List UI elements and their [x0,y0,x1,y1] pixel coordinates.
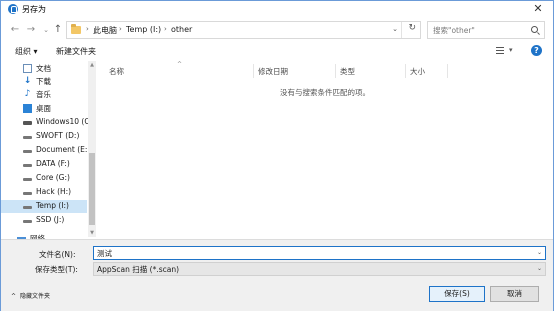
sidebar-item-label: 桌面 [36,104,51,113]
file-list[interactable]: ^ 名称 修改日期 类型 大小 没有与搜索条件匹配的项。 [97,61,553,239]
breadcrumb-separator[interactable]: › [119,25,122,33]
view-dropdown-icon[interactable]: ▾ [509,46,513,54]
command-toolbar: 组织 ▾ 新建文件夹 ▾ ? [1,42,553,60]
sidebar-item-drive-h[interactable]: Hack (H:) [1,186,87,199]
folder-icon [71,24,81,34]
navigation-bar: ← → ⌄ ↑ › 此电脑 › Temp (I:) › other ⌄ ↻ 搜索… [1,19,553,41]
filename-label: 文件名(N): [39,250,76,259]
sidebar-item-music[interactable]: ♪ 音乐 [1,88,87,101]
column-divider[interactable] [447,64,448,78]
breadcrumb-temp-drive[interactable]: Temp (I:) [126,25,161,34]
window-title: 另存为 [22,5,46,14]
empty-results-message: 没有与搜索条件匹配的项。 [280,88,370,97]
organize-button[interactable]: 组织 ▾ [15,46,38,57]
breadcrumb-separator[interactable]: › [164,25,167,33]
address-bar[interactable]: › 此电脑 › Temp (I:) › other ⌄ ↻ [66,21,421,39]
save-options-panel: 文件名(N): 测试 ⌄ 保存类型(T): AppScan 扫描 (*.scan… [1,239,553,311]
sidebar-item-label: Document (E:) [36,145,91,154]
chevron-down-icon[interactable]: ⌄ [537,249,542,256]
sidebar-item-label: Temp (I:) [36,201,69,210]
sidebar-item-downloads[interactable]: ↓ 下载 [1,75,87,88]
sidebar-item-drive-f[interactable]: DATA (F:) [1,158,87,171]
drive-icon [23,136,32,139]
drive-icon [23,164,32,167]
chevron-up-icon: ^ [11,293,17,300]
sidebar-item-drive-j[interactable]: SSD (J:) [1,214,87,227]
sort-ascending-icon: ^ [177,61,183,68]
sidebar-item-drive-e[interactable]: Document (E:) [1,144,91,157]
filetype-select[interactable]: AppScan 扫描 (*.scan) ⌄ [93,262,546,276]
sidebar-item-label: 下载 [36,77,51,86]
sidebar-item-documents[interactable]: 文档 [1,62,87,75]
hide-folders-toggle[interactable]: ^ 隐藏文件夹 [11,291,54,300]
filename-field[interactable]: 测试 ⌄ [93,246,546,260]
column-header-type[interactable]: 类型 [340,66,355,77]
back-button[interactable]: ← [9,23,21,37]
forward-button[interactable]: → [25,23,37,37]
save-as-dialog: 另存为 ✕ ← → ⌄ ↑ › 此电脑 › Temp (I:) › other … [0,0,554,311]
sidebar-item-drive-i[interactable]: Temp (I:) [1,200,87,213]
filetype-value[interactable]: AppScan 扫描 (*.scan) [97,264,179,275]
cancel-button[interactable]: 取消 [490,286,539,302]
recent-locations-button[interactable]: ⌄ [40,23,52,37]
column-header-date-modified[interactable]: 修改日期 [258,66,288,77]
new-folder-button[interactable]: 新建文件夹 [56,46,96,57]
drive-icon [23,206,32,209]
sidebar-scrollbar[interactable]: ▲ ▼ [88,61,96,237]
download-icon: ↓ [23,76,32,86]
address-divider [401,22,402,38]
sidebar-item-label: 音乐 [36,90,51,99]
navigation-pane: 文档 ↓ 下载 ♪ 音乐 桌面 Windows10 (C: SWOFT (D:)… [1,61,96,241]
filename-input[interactable]: 测试 [97,248,112,259]
app-icon [8,4,18,14]
search-box[interactable]: 搜索"other" [427,21,545,39]
close-button[interactable]: ✕ [531,2,545,16]
search-input[interactable]: 搜索"other" [433,25,475,36]
chevron-down-icon[interactable]: ⌄ [537,265,542,272]
sidebar-item-label: SWOFT (D:) [36,131,80,140]
drive-icon [23,150,32,153]
sidebar-item-label: 文档 [36,64,51,73]
up-button[interactable]: ↑ [52,23,64,37]
hide-folders-label: 隐藏文件夹 [20,293,51,300]
sidebar-item-label: DATA (F:) [36,159,70,168]
document-icon [23,64,32,73]
refresh-button[interactable]: ↻ [408,23,416,33]
breadcrumb-separator[interactable]: › [86,25,89,33]
sidebar-item-label: Windows10 (C: [36,117,93,126]
search-icon[interactable] [531,26,538,33]
sidebar-item-drive-c[interactable]: Windows10 (C: [1,116,92,129]
column-divider[interactable] [335,64,336,78]
save-button[interactable]: 保存(S) [429,286,485,302]
sidebar-item-drive-g[interactable]: Core (G:) [1,172,87,185]
drive-icon [23,192,32,195]
scrollbar-thumb[interactable] [89,153,95,225]
sidebar-item-drive-d[interactable]: SWOFT (D:) [1,130,87,143]
drive-icon [23,121,32,125]
column-divider[interactable] [405,64,406,78]
address-dropdown-icon[interactable]: ⌄ [392,25,398,33]
desktop-icon [23,104,32,113]
breadcrumb-other[interactable]: other [171,25,192,34]
drive-icon [23,220,32,223]
music-icon: ♪ [24,89,31,99]
sidebar-item-desktop[interactable]: 桌面 [1,102,87,115]
sidebar-item-label: Core (G:) [36,173,70,182]
title-bar: 另存为 ✕ [1,1,553,17]
scroll-up-icon[interactable]: ▲ [88,61,96,69]
column-header-size[interactable]: 大小 [410,66,425,77]
help-icon[interactable]: ? [531,45,542,56]
sidebar-item-label: SSD (J:) [36,215,65,224]
filetype-label: 保存类型(T): [35,265,78,274]
sidebar-item-label: Hack (H:) [36,187,72,196]
column-header-name[interactable]: 名称 [109,66,124,77]
column-divider[interactable] [253,64,254,78]
view-options-icon[interactable] [496,47,504,54]
drive-icon [23,178,32,181]
scroll-down-icon[interactable]: ▼ [88,229,96,237]
breadcrumb-this-pc[interactable]: 此电脑 [93,25,117,36]
